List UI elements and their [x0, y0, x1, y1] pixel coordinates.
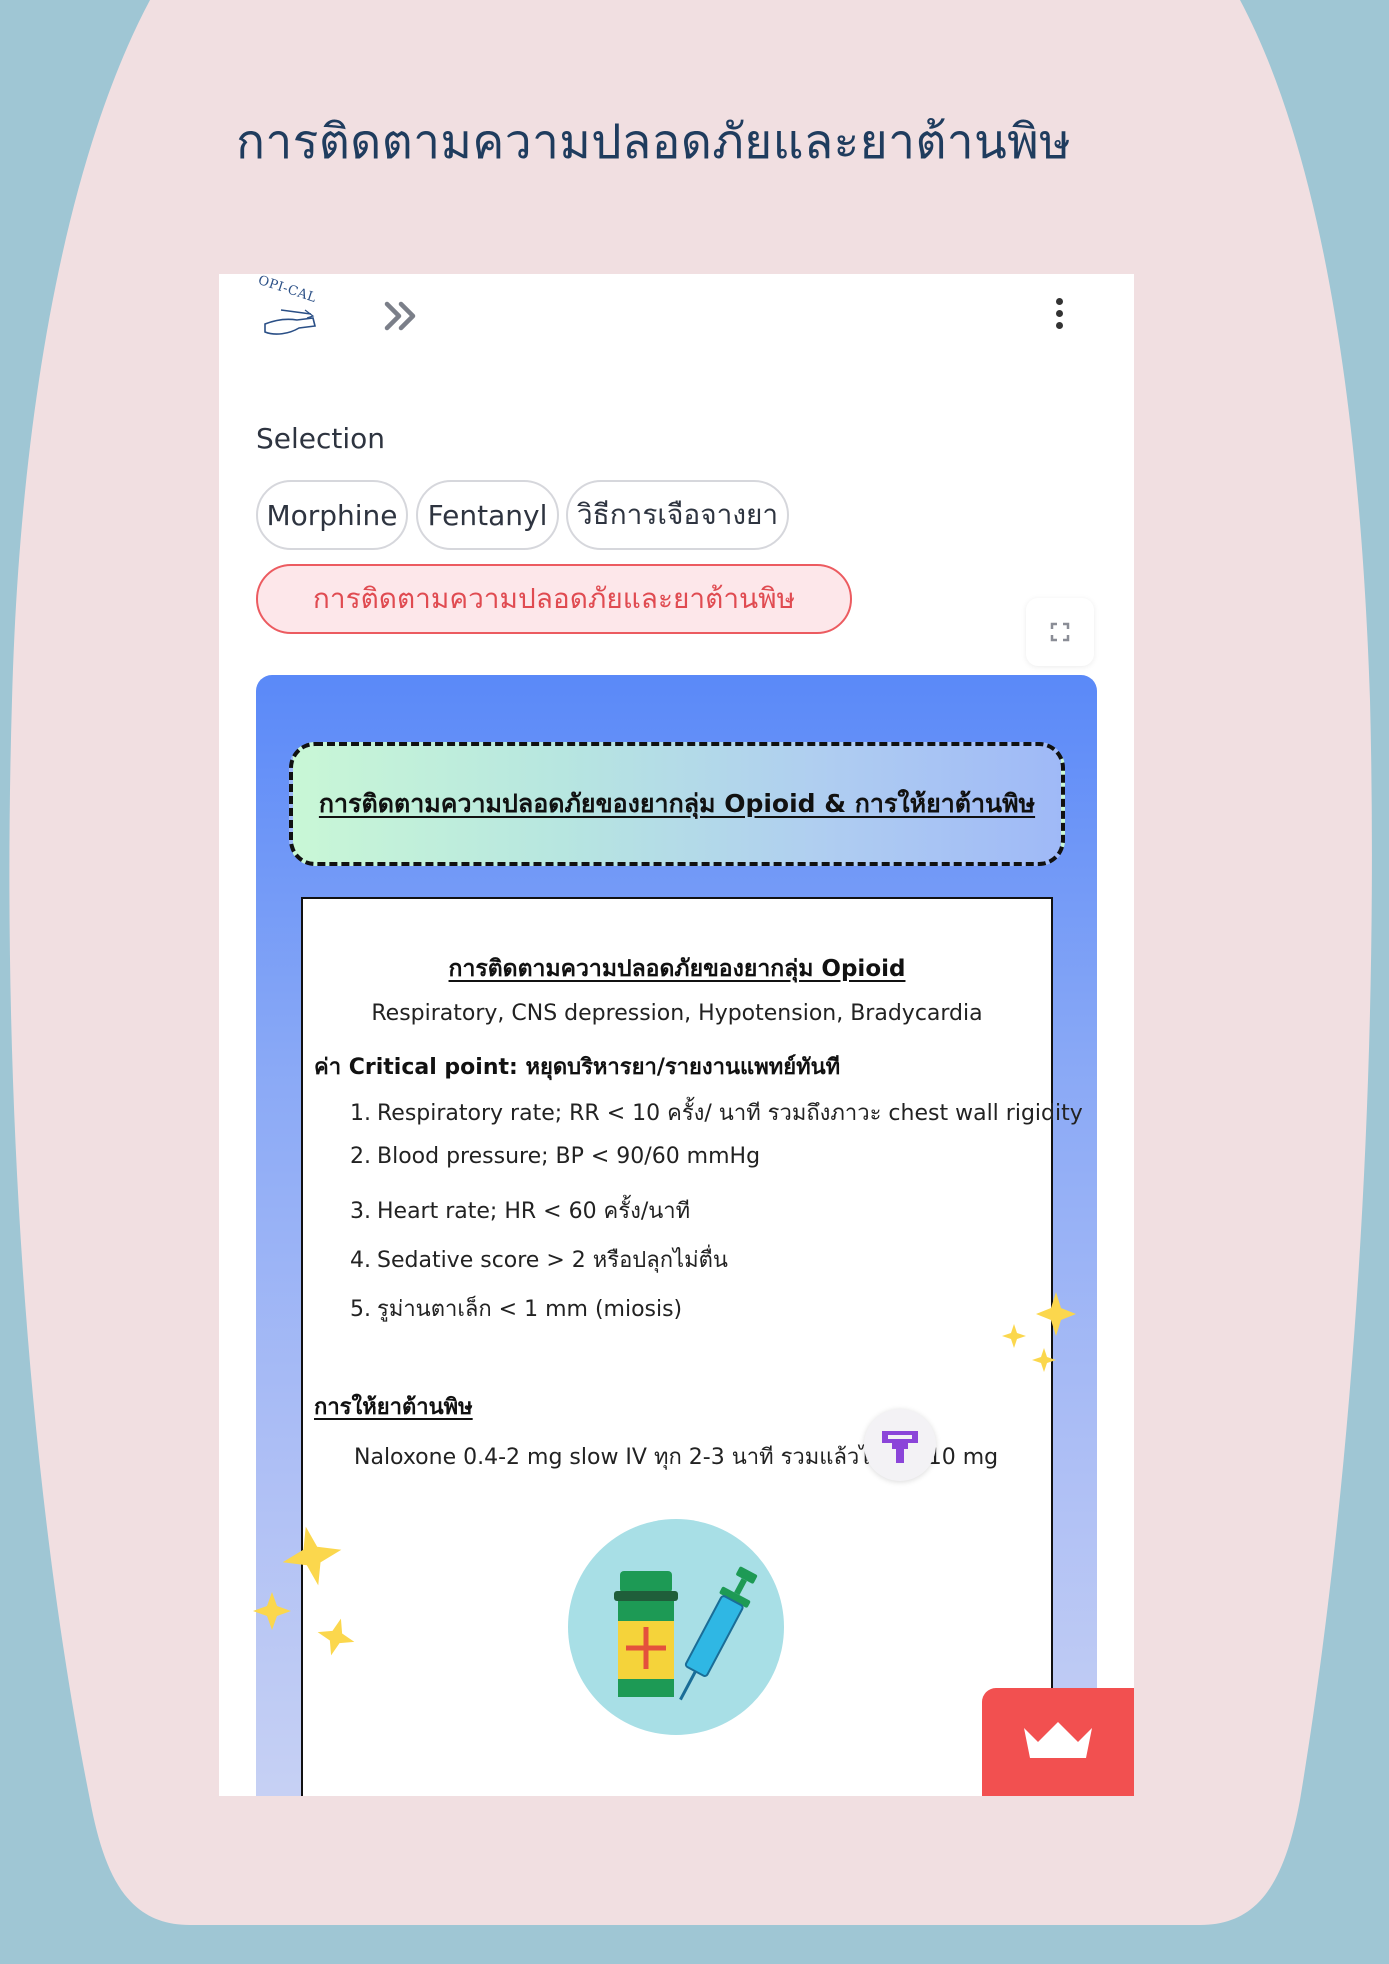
app-logo-icon — [882, 1431, 918, 1463]
pill-fentanyl[interactable]: Fentanyl — [416, 480, 559, 550]
pill-safety-antidote[interactable]: การติดตามความปลอดภัยและยาต้านพิษ — [256, 564, 852, 634]
crown-icon — [1024, 1722, 1092, 1758]
critical-point-title: ค่า Critical point: หยุดบริหารยา/รายงานแ… — [314, 1055, 841, 1080]
list-item: 2. Blood pressure; BP < 90/60 mmHg — [350, 1144, 761, 1169]
list-item: 3. Heart rate; HR < 60 ครั้ง/นาที — [350, 1199, 691, 1224]
pill-dilution-method[interactable]: วิธีการเจือจางยา — [566, 480, 789, 550]
kebab-menu-icon[interactable] — [1049, 298, 1069, 338]
list-item: 4. Sedative score > 2 หรือปลุกไม่ตื่น — [350, 1248, 728, 1273]
app-shortcut-button[interactable] — [864, 1409, 936, 1481]
list-item: 5. รูม่านตาเล็ก < 1 mm (miosis) — [350, 1297, 683, 1322]
content-banner: การติดตามความปลอดภัยของยากลุ่ม Opioid & … — [289, 742, 1065, 866]
slide-title: การติดตามความปลอดภัยและยาต้านพิษ — [236, 114, 1072, 170]
list-item: 1. Respiratory rate; RR < 10 ครั้ง/ นาที… — [350, 1101, 1083, 1126]
double-chevron-right-icon[interactable] — [381, 294, 425, 338]
content-card: การติดตามความปลอดภัยของยากลุ่ม Opioid & … — [256, 675, 1097, 1796]
critical-point-list: 1. Respiratory rate; RR < 10 ครั้ง/ นาที… — [350, 1095, 1083, 1340]
fullscreen-button[interactable] — [1026, 598, 1094, 666]
doc-subheading: Respiratory, CNS depression, Hypotension… — [371, 1001, 983, 1026]
selection-label: Selection — [256, 422, 386, 455]
app-header: OPI-CAL — [219, 274, 1134, 364]
sparkles-right-icon — [1002, 1292, 1076, 1372]
crown-button[interactable] — [982, 1688, 1134, 1796]
info-document: การติดตามความปลอดภัยของยากลุ่ม Opioid Re… — [301, 897, 1083, 1796]
app-logo: OPI-CAL — [253, 274, 325, 350]
banner-title: การติดตามความปลอดภัยของยากลุ่ม Opioid & … — [318, 789, 1036, 818]
sparkles-left-icon — [253, 1526, 355, 1656]
pill-morphine[interactable]: Morphine — [256, 480, 408, 550]
doc-heading: การติดตามความปลอดภัยของยากลุ่ม Opioid — [448, 956, 906, 982]
antidote-title: การให้ยาต้านพิษ — [314, 1395, 473, 1420]
fullscreen-icon — [1050, 622, 1070, 642]
medicine-syringe-icon — [568, 1519, 784, 1735]
